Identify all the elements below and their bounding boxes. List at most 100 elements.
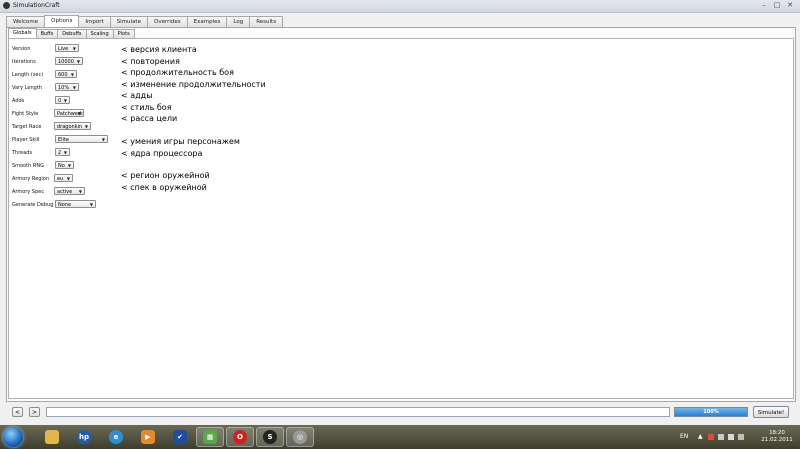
- command-input[interactable]: [46, 407, 670, 417]
- back-button[interactable]: <: [12, 407, 23, 417]
- select-value: active: [57, 189, 73, 195]
- threads-select[interactable]: 2 ▼: [55, 148, 70, 156]
- tab-scaling[interactable]: Scaling: [85, 29, 114, 38]
- tab-overrides[interactable]: Overrides: [146, 16, 188, 27]
- iterations-select[interactable]: 10000 ▼: [55, 57, 83, 65]
- network-icon[interactable]: [718, 434, 724, 440]
- chevron-down-icon: ▼: [76, 59, 80, 64]
- option-label: Version: [12, 46, 31, 52]
- simulationcraft-icon[interactable]: S: [256, 427, 284, 447]
- tab-results[interactable]: Results: [249, 16, 284, 27]
- vary-length-select[interactable]: 10% ▼: [55, 83, 79, 91]
- adds-select[interactable]: 0 ▼: [55, 96, 70, 104]
- select-value: 600: [58, 72, 68, 78]
- note-fight-style: < стиль боя: [121, 103, 172, 112]
- language-indicator[interactable]: EN: [680, 433, 688, 440]
- option-label: Armory Region: [12, 176, 50, 182]
- chevron-down-icon: ▼: [63, 150, 67, 155]
- chevron-down-icon: ▼: [72, 46, 76, 51]
- app-icon: [3, 2, 10, 9]
- tab-examples[interactable]: Examples: [186, 16, 228, 27]
- taskbar: hp e ▶ ✔ ▦ O S ◎ EN ▲ 18:20 21.02.2011: [0, 425, 800, 449]
- fight-style-select[interactable]: Patchwerk ▼: [54, 109, 84, 117]
- chevron-down-icon: ▼: [72, 85, 76, 90]
- tab-welcome[interactable]: Welcome: [6, 16, 46, 27]
- start-button[interactable]: [3, 427, 23, 447]
- opera-icon[interactable]: O: [226, 427, 254, 447]
- forward-button[interactable]: >: [29, 407, 40, 417]
- green-app-icon[interactable]: ▦: [196, 427, 224, 447]
- tab-debuffs[interactable]: Debuffs: [57, 29, 87, 38]
- chevron-down-icon: ▼: [66, 176, 70, 181]
- option-label: Target Race: [12, 124, 42, 130]
- clock-time: 18:20: [769, 430, 785, 436]
- simcraft-logo-icon: S: [263, 430, 277, 444]
- browser-e-icon: e: [109, 430, 123, 444]
- armory-spec-select[interactable]: active ▼: [54, 187, 85, 195]
- option-label: Adds: [12, 98, 25, 104]
- volume-icon[interactable]: [738, 434, 744, 440]
- version-select[interactable]: Live ▼: [55, 44, 79, 52]
- option-label: Iterations: [12, 59, 36, 65]
- chevron-down-icon: ▼: [84, 124, 88, 129]
- note-player-skill: < умения игры персонажем: [121, 137, 240, 146]
- checkmark-app-icon[interactable]: ✔: [166, 427, 194, 447]
- gray-app-icon[interactable]: ◎: [286, 427, 314, 447]
- tab-options[interactable]: Options: [44, 15, 80, 27]
- maximize-icon[interactable]: □: [772, 1, 782, 10]
- select-value: Elite: [58, 137, 69, 143]
- windows-explorer-icon[interactable]: [38, 427, 66, 447]
- clock-date: 21.02.2011: [761, 437, 793, 443]
- close-icon[interactable]: ✕: [785, 1, 795, 10]
- select-value: Live: [58, 46, 69, 52]
- grid-icon: ▦: [203, 430, 217, 444]
- media-player-icon[interactable]: ▶: [134, 427, 162, 447]
- select-value: 0: [58, 98, 62, 104]
- smooth-rng-select[interactable]: No ▼: [55, 161, 74, 169]
- disc-icon: ◎: [293, 430, 307, 444]
- tab-import[interactable]: Import: [78, 16, 111, 27]
- generate-debug-select[interactable]: None ▼: [55, 200, 96, 208]
- option-label: Length (sec): [12, 72, 44, 78]
- note-length: < продолжительность боя: [121, 68, 234, 77]
- progress-text: 100%: [703, 409, 719, 415]
- simulate-button[interactable]: Simulate!: [753, 406, 789, 418]
- length-select[interactable]: 600 ▼: [55, 70, 77, 78]
- note-version: < версия клиента: [121, 45, 197, 54]
- clock[interactable]: 18:20 21.02.2011: [757, 430, 797, 444]
- select-value: None: [58, 202, 72, 208]
- progress-bar: 100%: [674, 407, 748, 417]
- player-skill-select[interactable]: Elite ▼: [55, 135, 108, 143]
- window-title: SimulationCraft: [13, 2, 60, 9]
- select-value: 10000: [58, 59, 74, 65]
- arrow-up-icon[interactable]: ▲: [698, 434, 704, 440]
- tab-globals[interactable]: Globals: [8, 28, 37, 38]
- note-threads: < ядра процессора: [121, 149, 203, 158]
- option-label: Smooth RNG: [12, 163, 44, 169]
- monitor-icon[interactable]: [728, 434, 734, 440]
- hp-logo-icon: hp: [77, 430, 91, 444]
- opera-o-icon: O: [233, 430, 247, 444]
- check-icon: ✔: [173, 430, 187, 444]
- select-value: eu: [57, 176, 64, 182]
- tab-plots[interactable]: Plots: [112, 29, 135, 38]
- option-label: Player Skill: [12, 137, 40, 143]
- select-value: 2: [58, 150, 62, 156]
- chevron-down-icon: ▼: [67, 163, 71, 168]
- option-label: Threads: [12, 150, 33, 156]
- hp-icon[interactable]: hp: [70, 427, 98, 447]
- note-adds: < адды: [121, 91, 153, 100]
- target-race-select[interactable]: dragonkin ▼: [54, 122, 91, 130]
- minimize-icon[interactable]: –: [759, 1, 769, 10]
- note-iterations: < повторения: [121, 57, 180, 66]
- chevron-down-icon: ▼: [101, 137, 105, 142]
- tab-buffs[interactable]: Buffs: [35, 29, 59, 38]
- title-bar[interactable]: SimulationCraft – □ ✕: [0, 0, 800, 13]
- internet-explorer-icon[interactable]: e: [102, 427, 130, 447]
- tab-log[interactable]: Log: [226, 16, 251, 27]
- chevron-down-icon: ▼: [63, 98, 67, 103]
- armory-region-select[interactable]: eu ▼: [54, 174, 73, 182]
- select-value: No: [58, 163, 65, 169]
- tab-simulate[interactable]: Simulate: [109, 16, 148, 27]
- notification-icon[interactable]: [708, 434, 714, 440]
